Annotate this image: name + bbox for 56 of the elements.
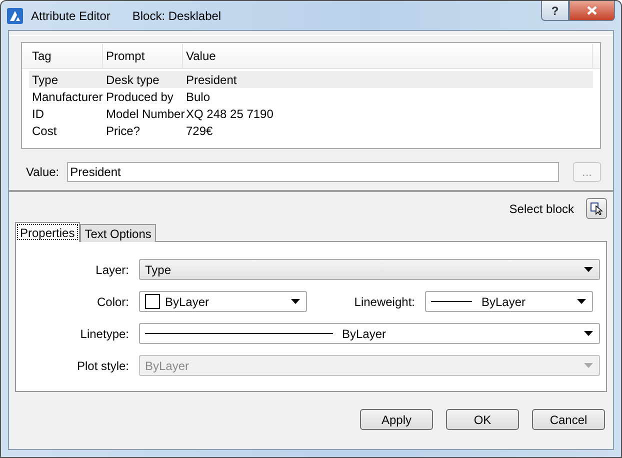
dialog-button[interactable]: Cancel — [532, 409, 605, 430]
dropdown[interactable]: ByLayer — [139, 291, 307, 312]
app-logo-icon — [7, 8, 23, 24]
caret-icon — [584, 363, 593, 368]
table-cell-text: Desk type — [105, 72, 160, 86]
field-label: Layer: — [94, 262, 130, 276]
pointer-icon — [590, 202, 603, 215]
dialog-button[interactable]: Apply — [360, 409, 433, 430]
table-cell-text: XQ 248 25 7190 — [185, 106, 274, 120]
close-button[interactable] — [569, 1, 615, 21]
dropdown-value: ByLayer — [165, 294, 210, 308]
field-label: Lineweight: — [353, 294, 416, 308]
select-block-label: Select block — [509, 202, 574, 216]
dropdown[interactable]: ByLayer — [139, 323, 600, 344]
color-swatch — [145, 294, 160, 309]
table-cell-text: Bulo — [185, 90, 212, 104]
table-cell-text: 729€ — [185, 124, 214, 138]
table-cell-text: Price? — [105, 124, 142, 138]
field-label: Plot style: — [76, 358, 130, 372]
column-header[interactable]: Prompt — [103, 44, 183, 68]
table-cell-text: Type — [31, 72, 60, 86]
table-cell-text: ID — [31, 106, 45, 120]
table-cell-text: Cost — [31, 124, 58, 138]
table-cell-text: Produced by — [105, 90, 174, 104]
field-label: Linetype: — [79, 326, 130, 340]
tab[interactable]: Text Options — [80, 224, 156, 242]
window-title: Attribute Editor — [31, 8, 110, 22]
caret-icon — [584, 267, 593, 272]
caret-icon — [577, 299, 586, 304]
help-button[interactable]: ? — [541, 1, 569, 21]
table-row[interactable]: Manufacturer Produced by Bulo — [29, 88, 593, 105]
tab[interactable]: Properties — [15, 222, 80, 242]
dropdown-value: Type — [145, 262, 172, 276]
value-field[interactable]: President — [67, 162, 559, 182]
dropdown-value: ByLayer — [145, 358, 190, 372]
select-block-button[interactable] — [586, 198, 607, 219]
dropdown-value: ByLayer — [481, 294, 526, 308]
dropdown[interactable]: Type — [139, 259, 600, 280]
caret-icon — [291, 299, 300, 304]
table-cell-text: Manufacturer — [31, 90, 103, 104]
dropdown-value: ByLayer — [342, 326, 386, 340]
value-label: Value: — [26, 165, 60, 179]
caret-icon — [584, 331, 593, 336]
table-cell-text: President — [185, 72, 238, 86]
close-icon — [587, 6, 597, 15]
table-row[interactable]: ID Model NumberXQ 248 25 7190 — [29, 105, 593, 122]
dropdown[interactable]: ByLayer — [425, 291, 593, 312]
table-cell-text: Model Number — [105, 106, 183, 120]
table-row[interactable]: Cost Price? 729€ — [29, 122, 593, 139]
block-name: Block: Desklabel — [132, 8, 222, 22]
column-header[interactable]: Tag — [29, 44, 103, 68]
line-preview — [431, 301, 472, 302]
field-label: Color: — [96, 294, 130, 308]
table-row[interactable]: Type Desk type President — [29, 71, 593, 88]
column-header[interactable]: Value — [183, 44, 593, 68]
dialog-button[interactable]: OK — [446, 409, 519, 430]
